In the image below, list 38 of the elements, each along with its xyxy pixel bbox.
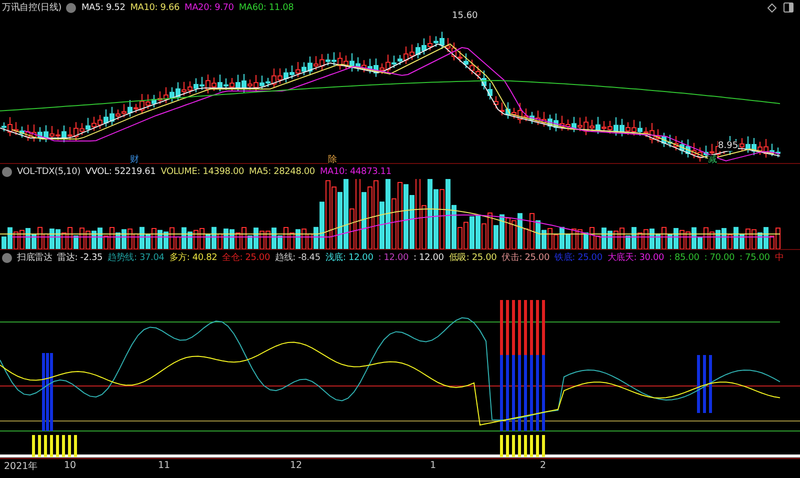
chart-title: 万讯自控(日线) xyxy=(2,2,62,14)
event-marker[interactable]: 除 xyxy=(328,155,337,165)
indicator-legend: 伏击: 25.00 xyxy=(502,251,550,264)
volume-legend: VOLUME: 14398.00 xyxy=(160,166,244,176)
indicator-title: 扫底雷达 xyxy=(17,252,52,264)
volume-legend: MA5: 28248.00 xyxy=(249,166,315,176)
indicator-legend: : 12.00 xyxy=(378,252,408,262)
indicator-legend: : 70.00 xyxy=(704,252,735,262)
event-marker[interactable]: 减 xyxy=(708,155,717,165)
indicator-legend: 大底天: 30.00 xyxy=(607,251,664,264)
indicator-legend: 趋势线: 37.04 xyxy=(108,251,164,264)
indicator-legend: : 75.00 xyxy=(740,252,770,262)
date-axis-label: 11 xyxy=(158,460,170,471)
indicator-title: VOL-TDX(5,10) xyxy=(17,166,80,176)
indicator-legend: : 12.00 xyxy=(414,252,444,262)
date-axis-label: 2021年 xyxy=(4,460,38,473)
high-price-label: 15.60 xyxy=(452,11,478,21)
indicator-legend: 趋线: -8.45 xyxy=(274,251,320,264)
ma-legend: MA10: 9.66 xyxy=(130,2,180,12)
ma-legend: MA5: 9.52 xyxy=(81,2,126,12)
event-marker[interactable]: 财 xyxy=(130,155,139,165)
ma-legend: MA20: 9.70 xyxy=(184,2,234,12)
indicator-legend: 中 xyxy=(774,251,784,264)
date-axis-label: 10 xyxy=(64,460,76,471)
volume-legend: MA10: 44873.11 xyxy=(320,166,392,176)
indicator-legend: 多方: 40.82 xyxy=(169,251,218,264)
date-axis-label: 2 xyxy=(540,460,546,471)
indicator-legend: 铁底: 25.00 xyxy=(554,251,602,264)
indicator-legend: 雷达: -2.35 xyxy=(57,251,103,264)
low-price-label: 8.95 xyxy=(718,141,738,151)
ma-legend: MA60: 11.08 xyxy=(238,2,294,12)
indicator-legend: 浅底: 12.00 xyxy=(325,251,374,264)
indicator-legend: 全仓: 25.00 xyxy=(222,251,270,264)
date-axis-label: 1 xyxy=(430,460,436,471)
indicator-legend: : 85.00 xyxy=(669,252,700,262)
indicator-legend: 低吸: 25.00 xyxy=(448,251,497,264)
volume-legend: VVOL: 52219.61 xyxy=(85,166,156,176)
date-axis-label: 12 xyxy=(290,460,302,471)
